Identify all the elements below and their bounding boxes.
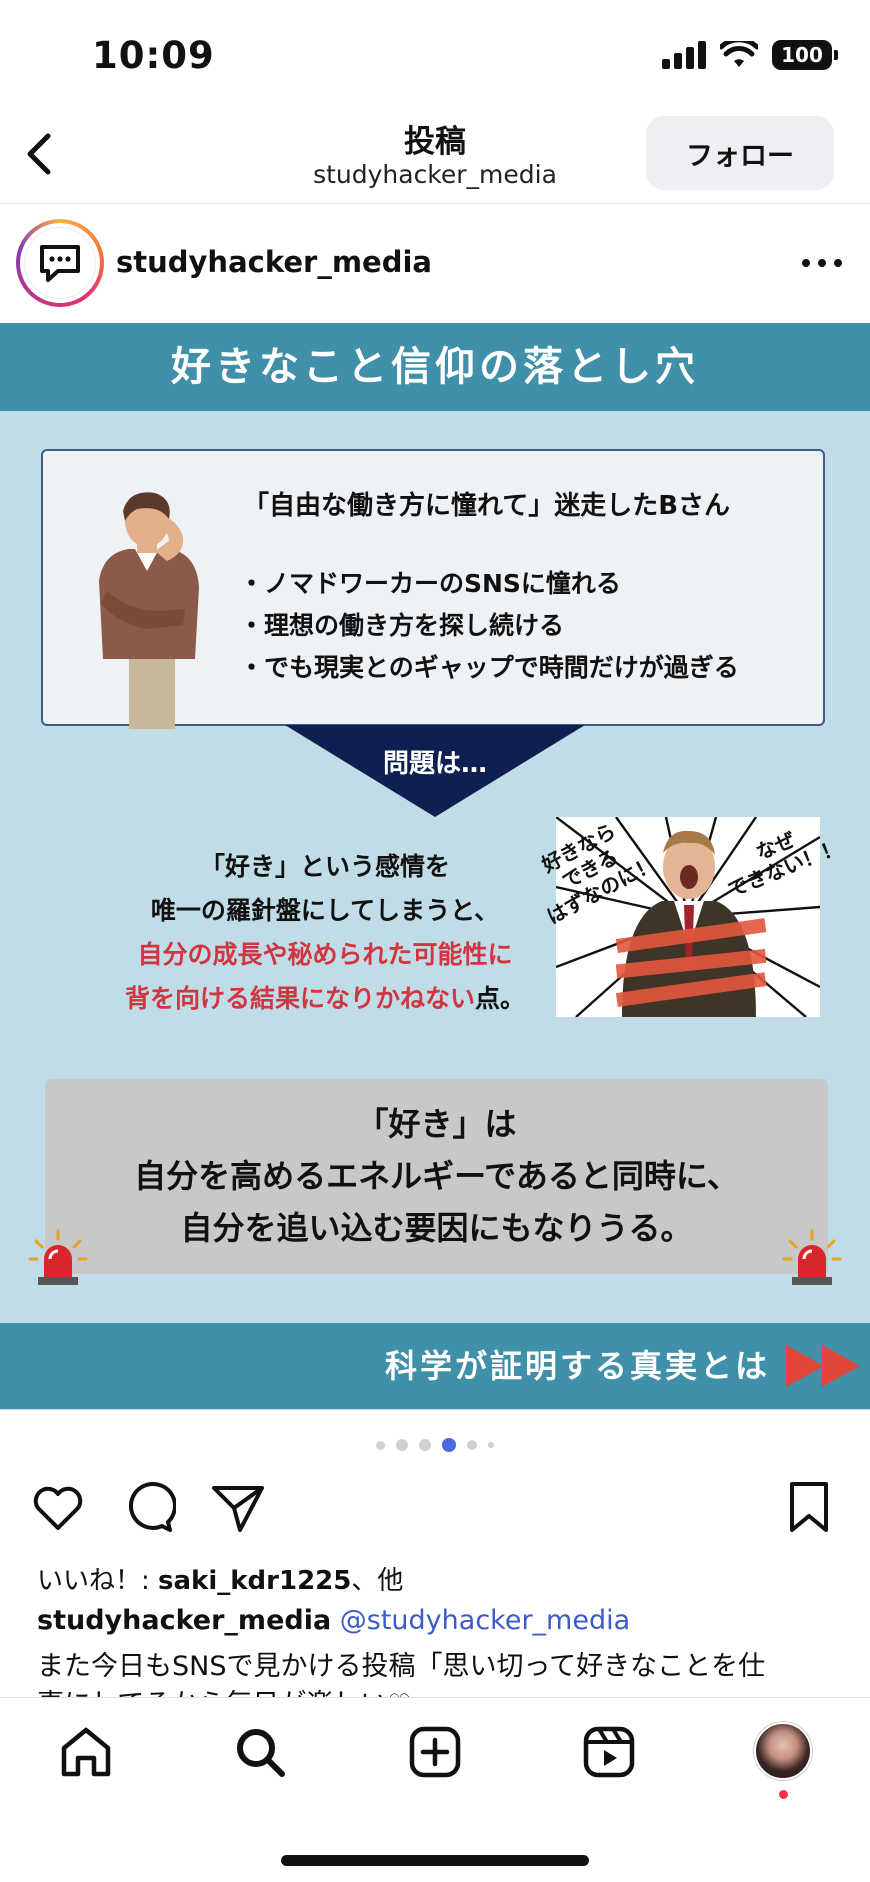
create-icon[interactable] (407, 1724, 463, 1780)
post-image[interactable]: 好きなこと信仰の落とし穴 「自由な働き方に憧れて」迷走したBさん ・ノマドワーカ… (0, 323, 870, 1410)
carousel-dot (396, 1439, 408, 1451)
carousel-dot (488, 1442, 494, 1448)
slide-banner-title: 好きなこと信仰の落とし穴 (0, 323, 870, 411)
case-bullet: ・でも現実とのギャップで時間だけが過ぎる (239, 653, 739, 682)
carousel-dot (419, 1439, 431, 1451)
likes-line[interactable]: いいね！: saki_kdr1225、他 (37, 1560, 403, 1597)
bottom-tab-bar (0, 1697, 870, 1882)
case-box: 「自由な働き方に憧れて」迷走したBさん ・ノマドワーカーのSNSに憧れる ・理想… (41, 449, 825, 729)
post-actions (0, 1480, 870, 1550)
more-options-icon[interactable] (800, 253, 844, 273)
case-bullets: ・ノマドワーカーのSNSに憧れる ・理想の働き方を探し続ける ・でも現実とのギャ… (239, 563, 739, 689)
wifi-icon (720, 41, 758, 67)
problem-text: 「好き」という感情を 唯一の羅針盤にしてしまうと、 自分の成長や秘められた可能性… (124, 852, 526, 1013)
facepalm-person-illustration (99, 492, 199, 729)
slide-bottom-banner: 科学が証明する真実とは (0, 1323, 870, 1409)
status-time: 10:09 (92, 34, 215, 77)
notification-dot (779, 1790, 788, 1799)
double-arrow-icon (786, 1345, 860, 1387)
siren-icon (782, 1229, 842, 1285)
reels-icon[interactable] (581, 1724, 637, 1780)
arrow-label: 問題は… (382, 749, 487, 779)
post-header: studyhacker_media (0, 205, 870, 323)
profile-avatar[interactable] (754, 1722, 812, 1780)
bookmark-icon[interactable] (786, 1480, 832, 1536)
top-nav: 投稿 studyhacker_media フォロー (0, 104, 870, 204)
battery-icon: 100 (772, 40, 838, 70)
siren-icon (28, 1229, 88, 1285)
carousel-dot (467, 1440, 477, 1450)
carousel-dot-active (442, 1438, 456, 1452)
post-username[interactable]: studyhacker_media (116, 245, 432, 279)
caption-header: studyhacker_media @studyhacker_media (37, 1605, 630, 1636)
home-indicator (281, 1855, 589, 1866)
cellular-signal-icon (662, 41, 706, 69)
comment-icon[interactable] (120, 1480, 176, 1536)
caption-username[interactable]: studyhacker_media (37, 1605, 331, 1636)
home-icon[interactable] (58, 1724, 114, 1780)
chat-bubble-logo-icon (40, 245, 80, 282)
caption-mention[interactable]: @studyhacker_media (340, 1605, 630, 1636)
carousel-dot (376, 1440, 385, 1450)
share-send-icon[interactable] (210, 1480, 266, 1536)
conclusion-box: 「好き」は 自分を高めるエネルギーであると同時に、 自分を追い込む要因にもなりう… (45, 1079, 828, 1274)
case-bullet: ・ノマドワーカーのSNSに憧れる (239, 569, 621, 598)
heart-icon[interactable] (30, 1480, 86, 1536)
case-title: 「自由な働き方に憧れて」迷走したBさん (243, 491, 731, 521)
carousel-indicator (0, 1438, 870, 1452)
post-avatar[interactable] (16, 219, 104, 307)
status-bar: 10:09 100 (0, 0, 870, 104)
case-bullet: ・理想の働き方を探し続ける (239, 611, 565, 640)
follow-button[interactable]: フォロー (646, 116, 834, 190)
search-icon[interactable] (232, 1724, 288, 1780)
